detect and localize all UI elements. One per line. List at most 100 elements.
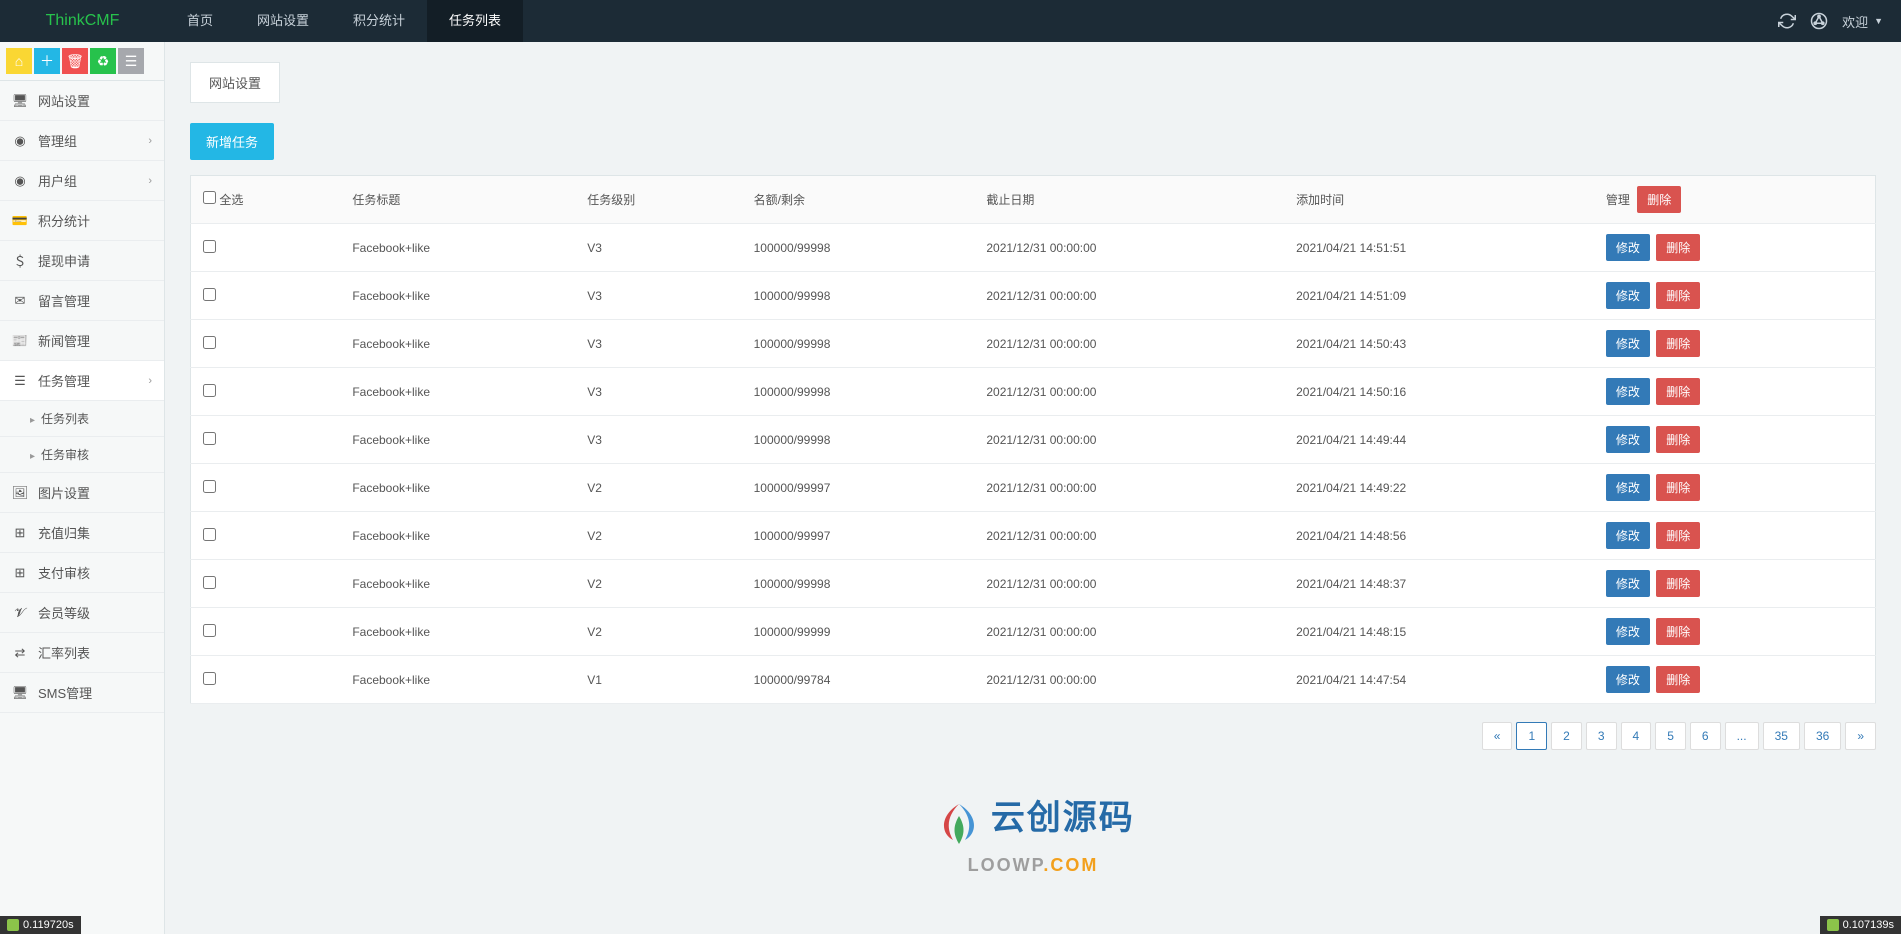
row-checkbox[interactable]	[203, 624, 216, 637]
cell-addtime: 2021/04/21 14:51:51	[1284, 224, 1594, 272]
row-checkbox[interactable]	[203, 240, 216, 253]
sidebar-item-11[interactable]: 𝓥会员等级	[0, 593, 164, 633]
cell-title: Facebook+like	[340, 512, 575, 560]
cell-level: V3	[575, 416, 741, 464]
sidebar-item-9[interactable]: ⊞充值归集	[0, 513, 164, 553]
edit-button[interactable]: 修改	[1606, 378, 1650, 405]
edit-button[interactable]: 修改	[1606, 570, 1650, 597]
manage-label: 管理	[1606, 193, 1630, 207]
sidebar-item-4[interactable]: ＄提现申请	[0, 241, 164, 281]
cell-quota: 100000/99998	[742, 320, 975, 368]
nav-home[interactable]: 首页	[165, 0, 235, 42]
caret-down-icon: ▼	[1874, 16, 1883, 26]
select-all-label: 全选	[219, 193, 243, 207]
sidebar-label: 汇率列表	[38, 643, 90, 662]
page-link[interactable]: 5	[1655, 722, 1686, 750]
cell-addtime: 2021/04/21 14:48:56	[1284, 512, 1594, 560]
cell-title: Facebook+like	[340, 464, 575, 512]
sidebar-item-8[interactable]: 🖼图片设置	[0, 473, 164, 513]
task-table: 全选 任务标题 任务级别 名额/剩余 截止日期 添加时间 管理 删除	[190, 175, 1876, 704]
col-addtime: 添加时间	[1284, 176, 1594, 224]
row-checkbox[interactable]	[203, 480, 216, 493]
col-deadline: 截止日期	[974, 176, 1284, 224]
edit-button[interactable]: 修改	[1606, 474, 1650, 501]
col-title: 任务标题	[340, 176, 575, 224]
row-checkbox[interactable]	[203, 384, 216, 397]
nav-points[interactable]: 积分统计	[331, 0, 427, 42]
page-link[interactable]: 35	[1763, 722, 1800, 750]
watermark-en2: .COM	[1043, 855, 1098, 875]
cell-deadline: 2021/12/31 00:00:00	[974, 368, 1284, 416]
sidebar-item-6[interactable]: 📰新闻管理	[0, 321, 164, 361]
delete-button[interactable]: 删除	[1656, 666, 1700, 693]
page-link[interactable]: ...	[1725, 722, 1759, 750]
main-content: 网站设置 新增任务 全选 任务标题 任务级别 名额/剩余 截止日期 添加时间	[165, 42, 1901, 934]
table-row: Facebook+like V3 100000/99998 2021/12/31…	[191, 224, 1876, 272]
content-tab[interactable]: 网站设置	[190, 62, 280, 103]
sidebar-item-7[interactable]: ☰任务管理›	[0, 361, 164, 401]
delete-button[interactable]: 删除	[1656, 522, 1700, 549]
row-checkbox[interactable]	[203, 528, 216, 541]
sidebar-item-2[interactable]: ◉用户组›	[0, 161, 164, 201]
row-checkbox[interactable]	[203, 288, 216, 301]
subitem-task-list[interactable]: 任务列表	[0, 401, 164, 437]
row-checkbox[interactable]	[203, 576, 216, 589]
toolbar-home-icon[interactable]: ⌂	[6, 48, 32, 74]
nav-site-settings[interactable]: 网站设置	[235, 0, 331, 42]
row-checkbox[interactable]	[203, 672, 216, 685]
cell-title: Facebook+like	[340, 416, 575, 464]
delete-button[interactable]: 删除	[1656, 426, 1700, 453]
sidebar-item-13[interactable]: 🖥SMS管理	[0, 673, 164, 713]
row-checkbox[interactable]	[203, 336, 216, 349]
sidebar-icon: 🖥	[12, 685, 28, 701]
page-link[interactable]: »	[1845, 722, 1876, 750]
sidebar-item-5[interactable]: ✉留言管理	[0, 281, 164, 321]
page-link[interactable]: 2	[1551, 722, 1582, 750]
delete-button[interactable]: 删除	[1656, 618, 1700, 645]
toolbar-trash-icon[interactable]: 🗑	[62, 48, 88, 74]
delete-button[interactable]: 删除	[1656, 474, 1700, 501]
welcome-dropdown[interactable]: 欢迎 ▼	[1842, 12, 1883, 31]
delete-button[interactable]: 删除	[1656, 570, 1700, 597]
page-link[interactable]: 1	[1516, 722, 1547, 750]
page-link[interactable]: 3	[1586, 722, 1617, 750]
edit-button[interactable]: 修改	[1606, 522, 1650, 549]
sidebar-item-0[interactable]: 🖥网站设置	[0, 81, 164, 121]
cell-addtime: 2021/04/21 14:49:22	[1284, 464, 1594, 512]
edit-button[interactable]: 修改	[1606, 330, 1650, 357]
page-link[interactable]: 4	[1621, 722, 1652, 750]
sidebar-icon: ＄	[12, 253, 28, 269]
delete-button[interactable]: 删除	[1656, 378, 1700, 405]
toolbar-list-icon[interactable]: ☰	[118, 48, 144, 74]
toolbar-plus-icon[interactable]: ＋	[34, 48, 60, 74]
nav-tasks[interactable]: 任务列表	[427, 0, 523, 42]
header-delete-button[interactable]: 删除	[1637, 186, 1681, 213]
edit-button[interactable]: 修改	[1606, 282, 1650, 309]
refresh-icon[interactable]	[1778, 12, 1796, 30]
sidebar-item-3[interactable]: 💳积分统计	[0, 201, 164, 241]
sidebar-item-12[interactable]: ⇄汇率列表	[0, 633, 164, 673]
select-all-checkbox[interactable]	[203, 191, 216, 204]
pagination: «123456...3536»	[190, 722, 1876, 750]
add-task-button[interactable]: 新增任务	[190, 123, 274, 160]
delete-button[interactable]: 删除	[1656, 282, 1700, 309]
edit-button[interactable]: 修改	[1606, 426, 1650, 453]
delete-button[interactable]: 删除	[1656, 234, 1700, 261]
col-manage: 管理 删除	[1594, 176, 1876, 224]
page-link[interactable]: «	[1482, 722, 1513, 750]
toolbar-recycle-icon[interactable]: ♻	[90, 48, 116, 74]
row-checkbox[interactable]	[203, 432, 216, 445]
page-link[interactable]: 36	[1804, 722, 1841, 750]
table-row: Facebook+like V2 100000/99997 2021/12/31…	[191, 512, 1876, 560]
edit-button[interactable]: 修改	[1606, 666, 1650, 693]
sidebar-item-10[interactable]: ⊞支付审核	[0, 553, 164, 593]
cell-quota: 100000/99997	[742, 464, 975, 512]
edit-button[interactable]: 修改	[1606, 234, 1650, 261]
page-link[interactable]: 6	[1690, 722, 1721, 750]
share-icon[interactable]	[1810, 12, 1828, 30]
edit-button[interactable]: 修改	[1606, 618, 1650, 645]
subitem-task-audit[interactable]: 任务审核	[0, 437, 164, 473]
sidebar-item-1[interactable]: ◉管理组›	[0, 121, 164, 161]
delete-button[interactable]: 删除	[1656, 330, 1700, 357]
table-row: Facebook+like V3 100000/99998 2021/12/31…	[191, 368, 1876, 416]
